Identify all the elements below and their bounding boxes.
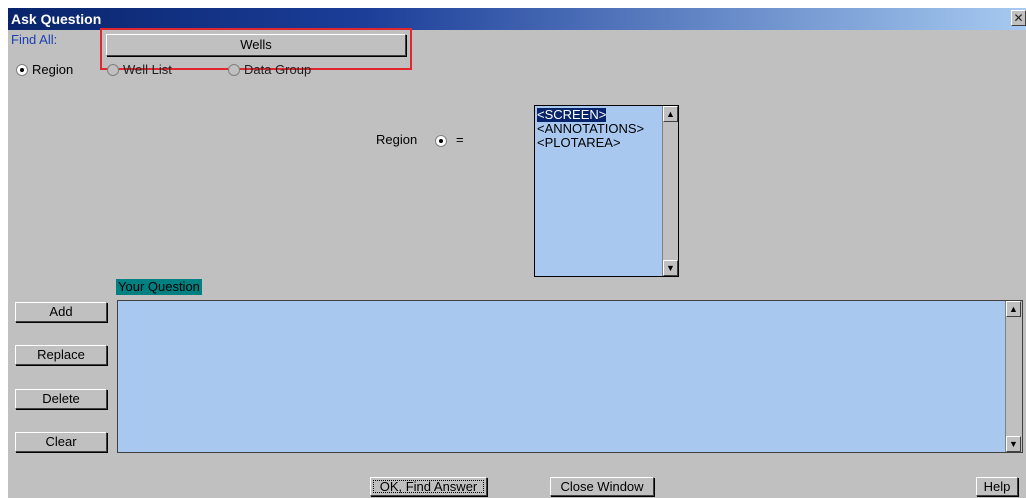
help-button[interactable]: Help xyxy=(976,477,1018,496)
region-list-scrollbar[interactable]: ▲ ▼ xyxy=(662,106,678,276)
ask-question-window: Ask Question ✕ Find All: Wells Region We… xyxy=(8,8,1026,498)
well-list-radio-label: Well List xyxy=(123,62,172,77)
window-title: Ask Question xyxy=(11,11,102,27)
scroll-down-icon[interactable]: ▼ xyxy=(663,260,678,276)
question-scroll-up-icon[interactable]: ▲ xyxy=(1006,301,1021,317)
region-selector-radio[interactable] xyxy=(435,135,447,147)
clear-button[interactable]: Clear xyxy=(15,432,107,452)
region-selector-label: Region xyxy=(376,132,418,147)
region-radio[interactable] xyxy=(16,64,28,76)
region-radio-label: Region xyxy=(32,62,74,77)
replace-button[interactable]: Replace xyxy=(15,345,107,365)
list-item-plotarea[interactable]: <PLOTAREA> xyxy=(537,136,621,150)
close-window-button[interactable]: Close Window xyxy=(550,477,654,496)
data-group-radio[interactable] xyxy=(228,64,240,76)
scroll-up-icon[interactable]: ▲ xyxy=(663,106,678,122)
region-listbox[interactable]: <SCREEN> <ANNOTATIONS> <PLOTAREA> ▲ ▼ xyxy=(534,105,679,277)
region-equals-sign: = xyxy=(456,132,464,147)
data-group-radio-label: Data Group xyxy=(244,62,312,77)
your-question-label: Your Question xyxy=(116,279,202,295)
ok-find-answer-button[interactable]: OK, Find Answer xyxy=(370,477,487,496)
well-list-radio[interactable] xyxy=(107,64,119,76)
question-textarea[interactable]: ▲ ▼ xyxy=(117,300,1023,453)
list-item-screen[interactable]: <SCREEN> xyxy=(537,108,607,122)
title-bar[interactable]: Ask Question ✕ xyxy=(8,8,1026,30)
list-item-annotations[interactable]: <ANNOTATIONS> xyxy=(537,122,644,136)
close-icon[interactable]: ✕ xyxy=(1011,10,1026,26)
find-all-label: Find All: xyxy=(11,32,58,47)
question-scrollbar[interactable]: ▲ ▼ xyxy=(1005,301,1022,452)
add-button[interactable]: Add xyxy=(15,302,107,322)
delete-button[interactable]: Delete xyxy=(15,389,107,409)
question-scroll-down-icon[interactable]: ▼ xyxy=(1006,436,1021,452)
